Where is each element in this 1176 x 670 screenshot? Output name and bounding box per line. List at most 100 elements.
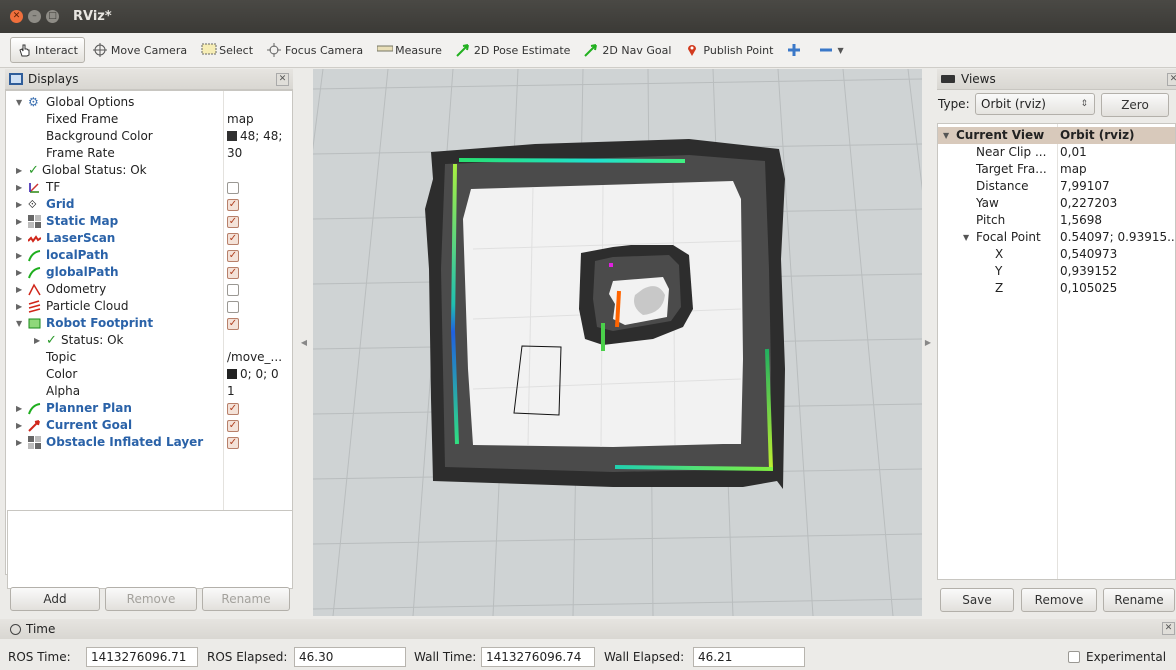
view-row-x[interactable]: X 0,540973 bbox=[938, 246, 1175, 263]
tree-row-tf[interactable]: ▶ TF bbox=[6, 179, 292, 196]
collapse-arrow-icon[interactable]: ▶ bbox=[16, 179, 22, 196]
expand-arrow-icon[interactable]: ▼ bbox=[963, 229, 969, 246]
grid-enabled-checkbox[interactable]: ✓ bbox=[227, 199, 239, 211]
focus-camera-tool-button[interactable]: Focus Camera bbox=[261, 37, 369, 63]
tree-row-background-color[interactable]: Background Color 48; 48; bbox=[6, 128, 292, 145]
static-map-enabled-checkbox[interactable]: ✓ bbox=[227, 216, 239, 228]
collapse-arrow-icon[interactable]: ▶ bbox=[16, 162, 22, 179]
collapse-arrow-icon[interactable]: ▶ bbox=[16, 400, 22, 417]
zero-button[interactable]: Zero bbox=[1101, 93, 1169, 117]
interact-tool-button[interactable]: Interact bbox=[10, 37, 85, 63]
tree-row-globalpath[interactable]: ▶ globalPath ✓ bbox=[6, 264, 292, 281]
green-arrow-icon bbox=[456, 43, 470, 57]
view-row-target-frame[interactable]: Target Fra... map bbox=[938, 161, 1175, 178]
tree-row-current-goal[interactable]: ▶ Current Goal ✓ bbox=[6, 417, 292, 434]
planner-plan-enabled-checkbox[interactable]: ✓ bbox=[227, 403, 239, 415]
tree-row-grid[interactable]: ▶ ⟐ Grid ✓ bbox=[6, 196, 292, 213]
add-display-button[interactable]: Add bbox=[10, 587, 100, 611]
ros-time-field[interactable]: 1413276096.71 bbox=[86, 647, 198, 667]
nav-goal-label: 2D Nav Goal bbox=[602, 43, 672, 57]
collapse-arrow-icon[interactable]: ▶ bbox=[16, 264, 22, 281]
close-panel-icon[interactable]: ✕ bbox=[1162, 622, 1175, 635]
tree-row-alpha[interactable]: Alpha 1 bbox=[6, 383, 292, 400]
path-icon bbox=[28, 266, 41, 279]
odometry-enabled-checkbox[interactable] bbox=[227, 284, 239, 296]
collapse-arrow-icon[interactable]: ▶ bbox=[16, 281, 22, 298]
localpath-enabled-checkbox[interactable]: ✓ bbox=[227, 250, 239, 262]
view-row-current-view[interactable]: ▼ Current View Orbit (rviz) bbox=[938, 127, 1175, 144]
particle-cloud-enabled-checkbox[interactable] bbox=[227, 301, 239, 313]
tree-row-color[interactable]: Color 0; 0; 0 bbox=[6, 366, 292, 383]
add-tool-button[interactable] bbox=[781, 37, 811, 63]
description-box bbox=[7, 510, 293, 589]
ros-time-label: ROS Time: bbox=[8, 650, 71, 664]
rename-view-button[interactable]: Rename bbox=[1103, 588, 1175, 612]
view-row-focal-point[interactable]: ▼ Focal Point 0.54097; 0.93915... bbox=[938, 229, 1175, 246]
collapse-arrow-icon[interactable]: ▶ bbox=[16, 434, 22, 451]
tree-row-fixed-frame[interactable]: Fixed Frame map bbox=[6, 111, 292, 128]
close-panel-icon[interactable]: ✕ bbox=[276, 73, 289, 86]
collapse-arrow-icon[interactable]: ▶ bbox=[16, 230, 22, 247]
wall-time-field[interactable]: 1413276096.74 bbox=[481, 647, 595, 667]
tree-row-laserscan[interactable]: ▶ LaserScan ✓ bbox=[6, 230, 292, 247]
tree-row-robot-footprint[interactable]: ▼ Robot Footprint ✓ bbox=[6, 315, 292, 332]
view-row-z[interactable]: Z 0,105025 bbox=[938, 280, 1175, 297]
close-window-icon[interactable]: ✕ bbox=[10, 10, 23, 23]
measure-tool-button[interactable]: Measure bbox=[371, 37, 448, 63]
experimental-checkbox[interactable] bbox=[1068, 651, 1080, 663]
collapse-arrow-icon[interactable]: ▶ bbox=[16, 298, 22, 315]
tree-row-topic[interactable]: Topic /move_... bbox=[6, 349, 292, 366]
rename-display-button[interactable]: Rename bbox=[202, 587, 290, 611]
particle-cloud-icon bbox=[28, 300, 41, 313]
view-row-y[interactable]: Y 0,939152 bbox=[938, 263, 1175, 280]
tree-row-static-map[interactable]: ▶ Static Map ✓ bbox=[6, 213, 292, 230]
collapse-arrow-icon[interactable]: ▶ bbox=[16, 417, 22, 434]
tree-row-odometry[interactable]: ▶ Odometry bbox=[6, 281, 292, 298]
view-type-select[interactable]: Orbit (rviz) ⇕ bbox=[975, 93, 1095, 115]
maximize-window-icon[interactable]: □ bbox=[46, 10, 59, 23]
remove-view-button[interactable]: Remove bbox=[1021, 588, 1097, 612]
close-panel-icon[interactable]: ✕ bbox=[1167, 73, 1176, 86]
tree-row-frame-rate[interactable]: Frame Rate 30 bbox=[6, 145, 292, 162]
tf-enabled-checkbox[interactable] bbox=[227, 182, 239, 194]
select-tool-button[interactable]: Select bbox=[195, 37, 259, 63]
obstacle-layer-enabled-checkbox[interactable]: ✓ bbox=[227, 437, 239, 449]
tree-row-particle-cloud[interactable]: ▶ Particle Cloud bbox=[6, 298, 292, 315]
tree-row-localpath[interactable]: ▶ localPath ✓ bbox=[6, 247, 292, 264]
tree-row-global-status[interactable]: ▶ ✓ Global Status: Ok bbox=[6, 162, 292, 179]
right-splitter-handle[interactable]: ▶ bbox=[924, 338, 932, 347]
view-row-yaw[interactable]: Yaw 0,227203 bbox=[938, 195, 1175, 212]
expand-arrow-icon[interactable]: ▼ bbox=[943, 127, 949, 144]
left-splitter-handle[interactable]: ◀ bbox=[300, 338, 308, 347]
tree-row-planner-plan[interactable]: ▶ Planner Plan ✓ bbox=[6, 400, 292, 417]
move-camera-tool-button[interactable]: Move Camera bbox=[87, 37, 193, 63]
expand-arrow-icon[interactable]: ▼ bbox=[16, 315, 22, 332]
laserscan-enabled-checkbox[interactable]: ✓ bbox=[227, 233, 239, 245]
map-scene[interactable] bbox=[313, 69, 922, 616]
current-goal-enabled-checkbox[interactable]: ✓ bbox=[227, 420, 239, 432]
tree-row-global-options[interactable]: ▼ ⚙ Global Options bbox=[6, 94, 292, 111]
tree-row-obstacle-inflated-layer[interactable]: ▶ Obstacle Inflated Layer ✓ bbox=[6, 434, 292, 451]
remove-tool-button[interactable]: ▼ bbox=[813, 37, 849, 63]
collapse-arrow-icon[interactable]: ▶ bbox=[16, 196, 22, 213]
view-row-distance[interactable]: Distance 7,99107 bbox=[938, 178, 1175, 195]
collapse-arrow-icon[interactable]: ▶ bbox=[34, 332, 40, 349]
expand-arrow-icon[interactable]: ▼ bbox=[16, 94, 22, 111]
view-row-pitch[interactable]: Pitch 1,5698 bbox=[938, 212, 1175, 229]
map-icon bbox=[28, 436, 41, 449]
remove-display-button[interactable]: Remove bbox=[105, 587, 197, 611]
render-viewport[interactable] bbox=[313, 69, 922, 616]
collapse-arrow-icon[interactable]: ▶ bbox=[16, 213, 22, 230]
pose-estimate-tool-button[interactable]: 2D Pose Estimate bbox=[450, 37, 577, 63]
tree-row-footprint-status[interactable]: ▶ ✓ Status: Ok bbox=[6, 332, 292, 349]
ros-elapsed-field[interactable]: 46.30 bbox=[294, 647, 406, 667]
publish-point-tool-button[interactable]: Publish Point bbox=[679, 37, 779, 63]
nav-goal-tool-button[interactable]: 2D Nav Goal bbox=[578, 37, 677, 63]
view-row-near-clip[interactable]: Near Clip ... 0,01 bbox=[938, 144, 1175, 161]
globalpath-enabled-checkbox[interactable]: ✓ bbox=[227, 267, 239, 279]
wall-elapsed-field[interactable]: 46.21 bbox=[693, 647, 805, 667]
save-view-button[interactable]: Save bbox=[940, 588, 1014, 612]
robot-footprint-enabled-checkbox[interactable]: ✓ bbox=[227, 318, 239, 330]
collapse-arrow-icon[interactable]: ▶ bbox=[16, 247, 22, 264]
minimize-window-icon[interactable]: – bbox=[28, 10, 41, 23]
